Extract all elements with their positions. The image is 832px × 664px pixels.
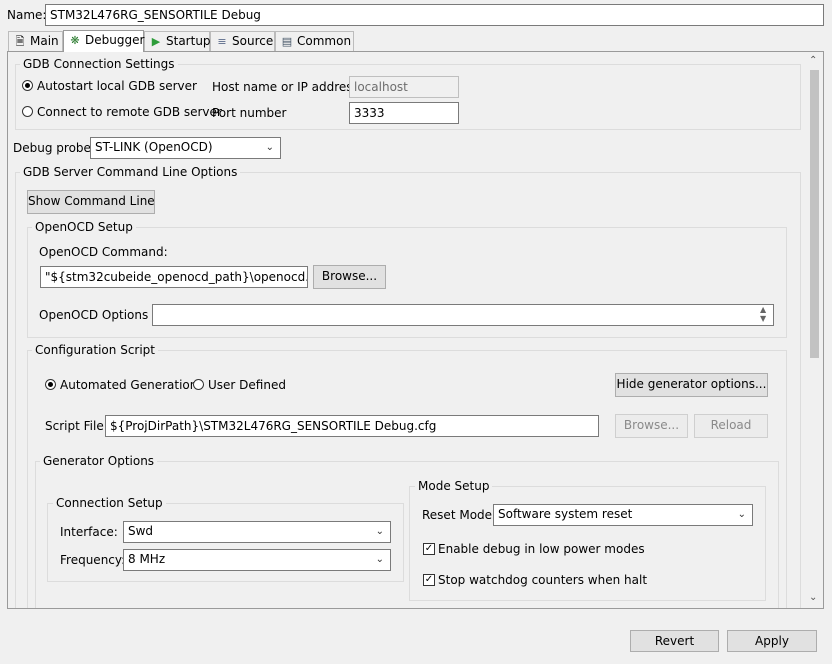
scroll-up-icon[interactable]: ⌃ [809, 55, 817, 66]
document-icon: 🗎 [15, 35, 25, 48]
tab-startup[interactable]: ▶ Startup [144, 31, 211, 51]
openocd-options-label: OpenOCD Options : [39, 308, 157, 322]
watchdog-label: Stop watchdog counters when halt [438, 573, 648, 587]
name-label: Name: [7, 8, 47, 22]
revert-button[interactable]: Revert [630, 630, 719, 652]
chevron-down-icon: ⌄ [375, 554, 384, 565]
user-defined-label: User Defined [208, 378, 286, 392]
connection-setup-title: Connection Setup [53, 495, 166, 511]
apply-button[interactable]: Apply [727, 630, 817, 652]
generator-options-title: Generator Options [40, 453, 158, 469]
tab-main[interactable]: 🗎 Main [8, 31, 63, 51]
host-label: Host name or IP address [212, 80, 359, 94]
server-options-title: GDB Server Command Line Options [20, 164, 241, 180]
debugger-panel: GDB Connection Settings Autostart local … [7, 51, 824, 609]
automated-generation-label: Automated Generation [60, 378, 198, 392]
reload-button[interactable]: Reload [694, 414, 768, 438]
openocd-command-label: OpenOCD Command: [39, 245, 168, 259]
openocd-browse-button[interactable]: Browse... [313, 265, 386, 289]
user-defined-radio[interactable] [193, 379, 204, 390]
vertical-scrollbar[interactable]: ⌃ ⌄ [806, 52, 823, 608]
tab-common[interactable]: ▤ Common [275, 31, 354, 51]
reset-mode-select[interactable]: Software system reset ⌄ [493, 504, 753, 526]
openocd-command-input[interactable]: "${stm32cubeide_openocd_path}\openocd.ex… [40, 266, 308, 288]
play-icon: ▶ [151, 35, 161, 48]
hide-generator-options-button[interactable]: Hide generator options... [615, 373, 768, 397]
watchdog-checkbox[interactable]: ✓ [423, 574, 435, 586]
remote-gdb-radio[interactable] [22, 106, 33, 117]
frequency-select[interactable]: 8 MHz ⌄ [123, 549, 391, 571]
frequency-label: Frequency: [60, 553, 126, 567]
source-lookup-icon: ≡ [217, 35, 227, 48]
debug-probe-select[interactable]: ST-LINK (OpenOCD) ⌄ [90, 137, 281, 159]
interface-label: Interface: [60, 525, 118, 539]
debug-probe-label: Debug probe [13, 141, 91, 155]
bug-icon: ❋ [70, 34, 80, 47]
remote-gdb-label: Connect to remote GDB server [37, 105, 222, 119]
low-power-label: Enable debug in low power modes [438, 542, 645, 556]
tab-debugger[interactable]: ❋ Debugger [63, 30, 144, 52]
chevron-down-icon: ⌄ [375, 526, 384, 537]
script-browse-button[interactable]: Browse... [615, 414, 688, 438]
common-icon: ▤ [281, 35, 293, 48]
mode-setup-title: Mode Setup [415, 478, 493, 494]
name-input[interactable]: STM32L476RG_SENSORTILE Debug [45, 4, 824, 26]
automated-generation-radio[interactable] [45, 379, 56, 390]
interface-select[interactable]: Swd ⌄ [123, 521, 391, 543]
scrollbar-thumb[interactable] [810, 70, 819, 358]
autostart-label: Autostart local GDB server [37, 79, 197, 93]
tab-source[interactable]: ≡ Source [210, 31, 275, 51]
config-script-title: Configuration Script [32, 342, 158, 358]
reset-mode-label: Reset Mode: [422, 508, 497, 522]
show-command-line-button[interactable]: Show Command Line [27, 190, 155, 214]
openocd-options-input[interactable] [152, 304, 774, 326]
openocd-setup-title: OpenOCD Setup [32, 219, 136, 235]
low-power-checkbox[interactable]: ✓ [423, 543, 435, 555]
chevron-down-icon: ⌄ [265, 142, 274, 153]
autostart-radio[interactable] [22, 80, 33, 91]
chevron-down-icon: ⌄ [737, 509, 746, 520]
port-label: Port number [212, 106, 287, 120]
script-file-input[interactable]: ${ProjDirPath}\STM32L476RG_SENSORTILE De… [105, 415, 599, 437]
port-input[interactable]: 3333 [349, 102, 459, 124]
host-input[interactable]: localhost [349, 76, 459, 98]
spinner-icon[interactable]: ▲ ▼ [760, 305, 766, 323]
scroll-down-icon[interactable]: ⌄ [809, 592, 817, 603]
gdb-connection-title: GDB Connection Settings [20, 56, 178, 72]
script-file-label: Script File: [45, 419, 108, 433]
